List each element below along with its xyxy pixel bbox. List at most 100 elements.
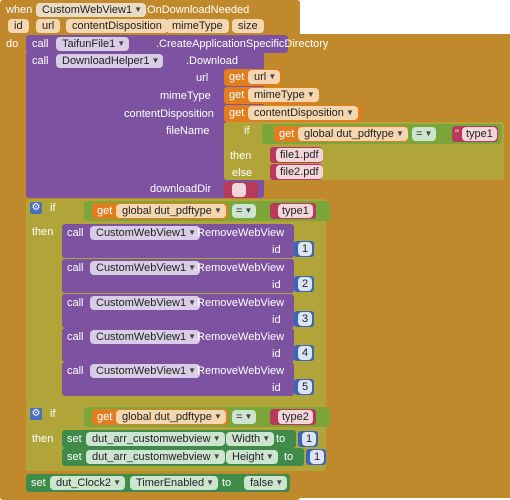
compare-op-dropdown[interactable]: = ▼ (232, 410, 257, 424)
get-url-block[interactable]: get url ▼ (224, 69, 282, 86)
number-height-block[interactable]: 1 (306, 449, 326, 465)
arg-downloaddir-label: downloadDir (150, 183, 212, 195)
customwebview-dropdown[interactable]: CustomWebView1 ▼ (90, 330, 201, 344)
text-type1-block[interactable]: " type1 (452, 126, 498, 142)
param-mimetype[interactable]: mimeType (166, 19, 229, 33)
downloadhelper-component-dropdown[interactable]: DownloadHelper1 ▼ (56, 54, 164, 68)
event-component-dropdown[interactable]: CustomWebView1 ▼ (36, 3, 147, 17)
set-component-dropdown[interactable]: dut_arr_customwebview ▼ (86, 432, 225, 446)
number-value[interactable]: 2 (298, 277, 313, 291)
text-empty[interactable] (232, 183, 246, 197)
gear-icon[interactable]: ⚙ (30, 202, 42, 214)
text-file2[interactable]: file2.pdf (276, 165, 323, 179)
chevron-down-icon: ▼ (244, 206, 253, 215)
if1-compare-block[interactable]: get global dut_pdftype ▼ = ▼ type1 (84, 201, 330, 221)
number-value[interactable]: 1 (310, 450, 325, 464)
set-width-block[interactable]: set dut_arr_customwebview ▼ Width ▼ to (62, 430, 296, 448)
get-contentdisposition-dropdown[interactable]: contentDisposition ▼ (248, 106, 358, 120)
chevron-down-icon: ▼ (275, 478, 284, 487)
customwebview-dropdown[interactable]: CustomWebView1 ▼ (90, 226, 201, 240)
set-clock-block[interactable]: set dut_Clock2 ▼ TimerEnabled ▼ to false ▼ (26, 474, 290, 492)
chevron-down-icon: ▼ (214, 206, 222, 215)
set-property-dropdown[interactable]: Width ▼ (226, 432, 275, 446)
chevron-down-icon: ▼ (424, 129, 433, 138)
get-global-block[interactable]: get global dut_pdftype ▼ (274, 126, 408, 142)
call-label: call (32, 55, 49, 67)
text-type2[interactable]: type2 (278, 410, 313, 424)
get-global-dropdown[interactable]: global dut_pdftype ▼ (298, 127, 408, 141)
number-block-1[interactable]: 1 (294, 241, 314, 257)
clock-component-dropdown[interactable]: dut_Clock2 ▼ (50, 476, 126, 490)
param-contentdisposition[interactable]: contentDisposition (66, 19, 168, 33)
set-label: set (67, 433, 82, 445)
method-label: .RemoveWebView (194, 227, 285, 239)
remove-webview-call-3[interactable]: call CustomWebView1 ▼ .RemoveWebView id (62, 294, 294, 328)
number-block-2[interactable]: 2 (294, 276, 314, 292)
set-property-dropdown[interactable]: Height ▼ (226, 450, 278, 464)
remove-webview-call-1[interactable]: call CustomWebView1 ▼ .RemoveWebView id (62, 224, 294, 258)
param-url[interactable]: url (36, 19, 61, 33)
taifun-component-dropdown[interactable]: TaifunFile1 ▼ (56, 37, 130, 51)
arg-id-label: id (272, 382, 281, 394)
number-value[interactable]: 5 (298, 380, 313, 394)
remove-webview-call-2[interactable]: call CustomWebView1 ▼ .RemoveWebView id (62, 259, 294, 293)
text-empty-block[interactable] (224, 182, 258, 198)
compare-block[interactable]: get global dut_pdftype ▼ = ▼ " type1 (262, 124, 502, 144)
chevron-down-icon: ▼ (265, 452, 274, 461)
get-mimetype-dropdown[interactable]: mimeType ▼ (248, 88, 319, 102)
text-file2-block[interactable]: file2.pdf (270, 164, 323, 180)
method-label: .RemoveWebView (194, 365, 285, 377)
download-method: .Download (186, 55, 238, 67)
text-file1-block[interactable]: file1.pdf (270, 147, 323, 163)
method-label: .RemoveWebView (194, 262, 285, 274)
remove-webview-call-5[interactable]: call CustomWebView1 ▼ .RemoveWebView id (62, 362, 294, 396)
arg-mimetype-label: mimeType (160, 90, 211, 102)
customwebview-dropdown[interactable]: CustomWebView1 ▼ (90, 296, 201, 310)
number-value[interactable]: 1 (302, 432, 317, 446)
get-mimetype-block[interactable]: get mimeType ▼ (224, 87, 319, 104)
set-component-dropdown[interactable]: dut_arr_customwebview ▼ (86, 450, 225, 464)
get-global-block[interactable]: get global dut_pdftype ▼ (92, 409, 228, 425)
remove-webview-call-4[interactable]: call CustomWebView1 ▼ .RemoveWebView id (62, 328, 294, 362)
chevron-down-icon: ▼ (113, 478, 122, 487)
set-label: set (67, 451, 82, 463)
number-value[interactable]: 4 (298, 346, 313, 360)
get-url-dropdown[interactable]: url ▼ (248, 70, 281, 84)
get-global-dropdown[interactable]: global dut_pdftype ▼ (116, 204, 226, 218)
if2-compare-block[interactable]: get global dut_pdftype ▼ = ▼ type2 (84, 407, 330, 427)
param-id[interactable]: id (8, 19, 29, 33)
if-label: if (50, 408, 56, 420)
customwebview-dropdown[interactable]: CustomWebView1 ▼ (90, 364, 201, 378)
number-value[interactable]: 3 (298, 312, 313, 326)
to-label: to (284, 451, 294, 463)
param-size[interactable]: size (232, 19, 264, 33)
method-label: .RemoveWebView (194, 331, 285, 343)
get-global-block[interactable]: get global dut_pdftype ▼ (92, 203, 228, 219)
text-type1[interactable]: type1 (278, 204, 313, 218)
number-width-block[interactable]: 1 (298, 431, 318, 447)
customwebview-dropdown[interactable]: CustomWebView1 ▼ (90, 261, 201, 275)
number-value[interactable]: 1 (298, 242, 313, 256)
boolean-false-dropdown[interactable]: false ▼ (244, 476, 288, 490)
chevron-down-icon: ▼ (268, 72, 277, 81)
set-height-block[interactable]: set dut_arr_customwebview ▼ Height ▼ to (62, 448, 304, 466)
text-type2-block[interactable]: type2 (270, 409, 316, 425)
then-label: then (230, 150, 252, 162)
number-block-4[interactable]: 4 (294, 345, 314, 361)
gear-icon[interactable]: ⚙ (30, 408, 42, 420)
set-label: set (31, 477, 46, 489)
text-type1[interactable]: type1 (462, 127, 497, 141)
get-global-dropdown[interactable]: global dut_pdftype ▼ (116, 410, 226, 424)
compare-op-dropdown[interactable]: = ▼ (232, 204, 257, 218)
if-label: if (50, 202, 56, 214)
call-taifun-block[interactable]: call TaifunFile1 ▼ .CreateApplicationSpec… (26, 35, 328, 53)
number-block-3[interactable]: 3 (294, 311, 314, 327)
clock-property-dropdown[interactable]: TimerEnabled ▼ (130, 476, 219, 490)
arg-filename-label: fileName (166, 125, 210, 137)
text-type1-block[interactable]: type1 (270, 203, 316, 219)
arg-id-label: id (272, 244, 281, 256)
compare-op-dropdown[interactable]: = ▼ (412, 127, 437, 141)
number-block-5[interactable]: 5 (294, 379, 314, 395)
get-contentdisposition-block[interactable]: get contentDisposition ▼ (224, 105, 362, 122)
text-file1[interactable]: file1.pdf (276, 148, 323, 162)
